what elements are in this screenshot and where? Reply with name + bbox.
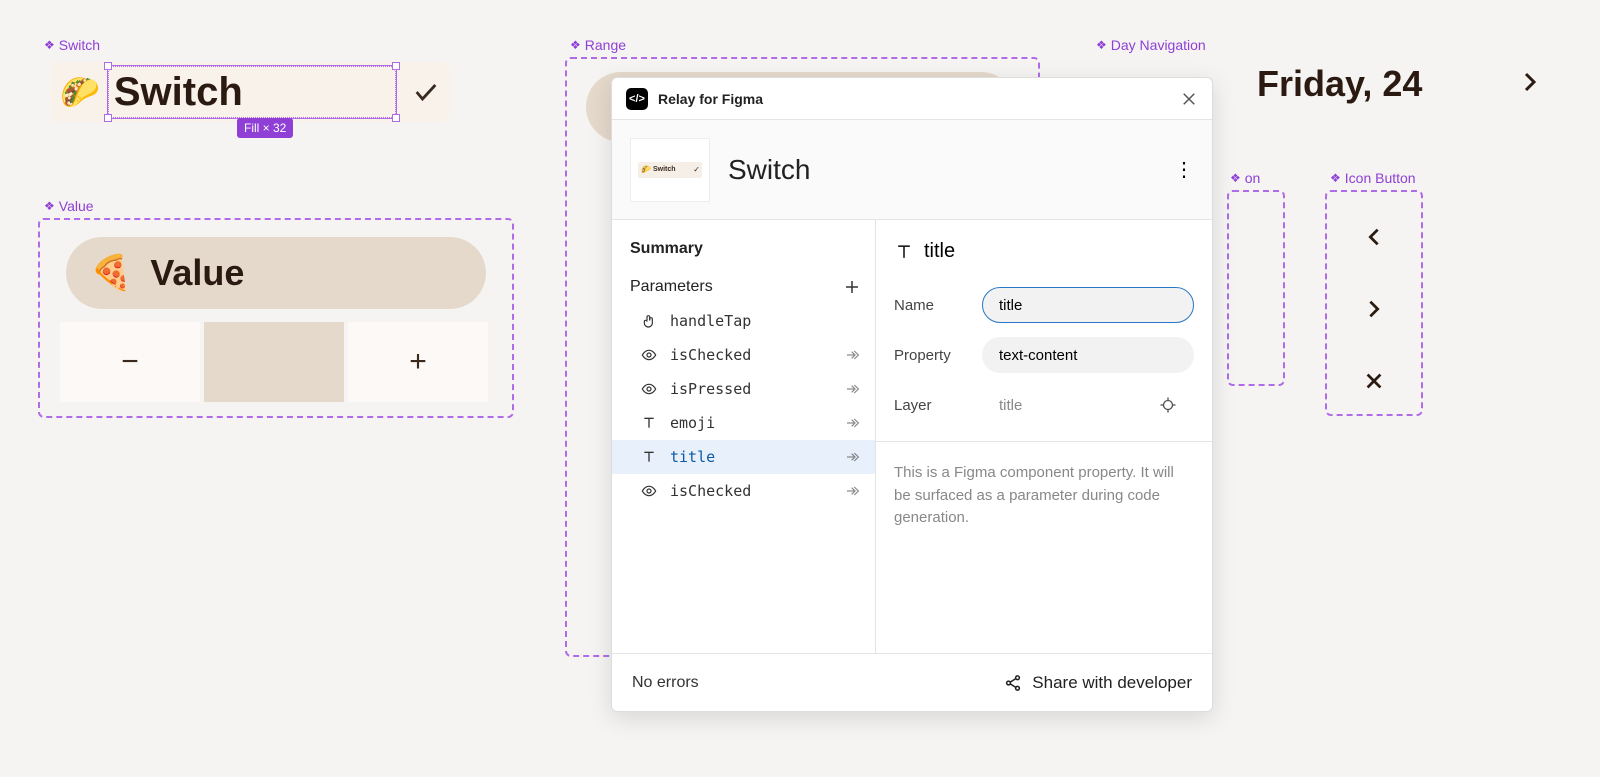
value-minus-button[interactable]: − bbox=[60, 322, 200, 402]
share-with-developer-button[interactable]: Share with developer bbox=[1004, 673, 1192, 693]
switch-emoji: 🌮 bbox=[60, 73, 100, 111]
add-parameter-icon[interactable] bbox=[843, 278, 861, 296]
component-label-on[interactable]: on bbox=[1230, 170, 1260, 186]
layer-field-label: Layer bbox=[894, 397, 966, 414]
property-field-label: Property bbox=[894, 347, 966, 364]
parameter-item-title[interactable]: title bbox=[612, 440, 875, 474]
value-title-text: Value bbox=[150, 252, 244, 294]
tap-icon bbox=[640, 313, 658, 329]
parameter-name: title bbox=[670, 448, 715, 466]
error-status[interactable]: No errors bbox=[632, 674, 699, 692]
panel-body: Summary Parameters handleTap isChecked isP… bbox=[612, 220, 1212, 653]
panel-header: 🌮Switch✓ Switch ⋮ bbox=[612, 120, 1212, 220]
map-arrow-icon bbox=[845, 347, 861, 363]
parameter-item-handleTap[interactable]: handleTap bbox=[612, 304, 875, 338]
relay-logo-icon: </> bbox=[626, 88, 648, 110]
share-icon bbox=[1004, 674, 1022, 692]
icon-button-prev[interactable] bbox=[1325, 202, 1423, 272]
parameter-item-isChecked[interactable]: isChecked bbox=[612, 338, 875, 372]
selection-size-badge: Fill × 32 bbox=[237, 118, 293, 138]
detail-heading-text: title bbox=[924, 240, 955, 263]
component-label-value[interactable]: Value bbox=[44, 198, 94, 214]
day-navigation-date[interactable]: Friday, 24 bbox=[1257, 63, 1537, 105]
eye-icon bbox=[640, 483, 658, 499]
map-arrow-icon bbox=[845, 483, 861, 499]
detail-description: This is a Figma component property. It w… bbox=[876, 441, 1212, 530]
icon-button-next[interactable] bbox=[1325, 274, 1423, 344]
parameter-item-emoji[interactable]: emoji bbox=[612, 406, 875, 440]
value-pill[interactable]: 🍕 Value bbox=[66, 237, 486, 309]
map-arrow-icon bbox=[845, 415, 861, 431]
parameter-item-isPressed[interactable]: isPressed bbox=[612, 372, 875, 406]
parameter-name: isChecked bbox=[670, 482, 751, 500]
value-emoji: 🍕 bbox=[90, 253, 132, 293]
component-label-icon-button[interactable]: Icon Button bbox=[1330, 170, 1416, 186]
target-icon[interactable] bbox=[1159, 396, 1177, 414]
parameter-name: isPressed bbox=[670, 380, 751, 398]
selection-box[interactable] bbox=[108, 66, 396, 118]
parameter-list: handleTap isChecked isPressed emoji title isC… bbox=[612, 304, 875, 508]
icon-button-close[interactable] bbox=[1325, 346, 1423, 416]
summary-heading[interactable]: Summary bbox=[630, 240, 875, 258]
panel-component-name: Switch bbox=[728, 154, 810, 186]
component-thumbnail: 🌮Switch✓ bbox=[630, 138, 710, 202]
name-field-input[interactable]: title bbox=[982, 287, 1194, 323]
share-label: Share with developer bbox=[1032, 673, 1192, 693]
map-arrow-icon bbox=[845, 381, 861, 397]
relay-panel: </> Relay for Figma 🌮Switch✓ Switch ⋮ Su… bbox=[611, 77, 1213, 712]
chevron-right-icon[interactable] bbox=[1518, 70, 1542, 94]
panel-titlebar: </> Relay for Figma bbox=[612, 78, 1212, 120]
detail-heading: title bbox=[894, 240, 1194, 263]
name-field-label: Name bbox=[894, 297, 966, 314]
kebab-menu-icon[interactable]: ⋮ bbox=[1174, 157, 1194, 182]
property-field-input[interactable]: text-content bbox=[982, 337, 1194, 373]
value-plus-button[interactable]: + bbox=[348, 322, 488, 402]
on-component-bounds[interactable] bbox=[1227, 190, 1285, 386]
text-type-icon bbox=[894, 242, 914, 262]
component-label-switch[interactable]: Switch bbox=[44, 37, 100, 53]
component-label-day-navigation[interactable]: Day Navigation bbox=[1096, 37, 1206, 53]
text-icon bbox=[640, 415, 658, 431]
parameter-item-isChecked[interactable]: isChecked bbox=[612, 474, 875, 508]
panel-app-title: Relay for Figma bbox=[658, 91, 763, 107]
panel-footer: No errors Share with developer bbox=[612, 653, 1212, 711]
component-label-range[interactable]: Range bbox=[570, 37, 626, 53]
parameter-name: handleTap bbox=[670, 312, 751, 330]
layer-field-value[interactable]: title bbox=[982, 387, 1194, 423]
check-icon bbox=[412, 78, 440, 106]
text-icon bbox=[640, 449, 658, 465]
value-middle-cell[interactable] bbox=[204, 322, 344, 402]
eye-icon bbox=[640, 381, 658, 397]
map-arrow-icon bbox=[845, 449, 861, 465]
panel-left-column: Summary Parameters handleTap isChecked isP… bbox=[612, 220, 876, 653]
parameter-name: isChecked bbox=[670, 346, 751, 364]
parameters-heading: Parameters bbox=[630, 278, 713, 296]
close-icon[interactable] bbox=[1180, 90, 1198, 108]
panel-right-column: title Name title Property text-content L… bbox=[876, 220, 1212, 653]
parameter-name: emoji bbox=[670, 414, 715, 432]
eye-icon bbox=[640, 347, 658, 363]
